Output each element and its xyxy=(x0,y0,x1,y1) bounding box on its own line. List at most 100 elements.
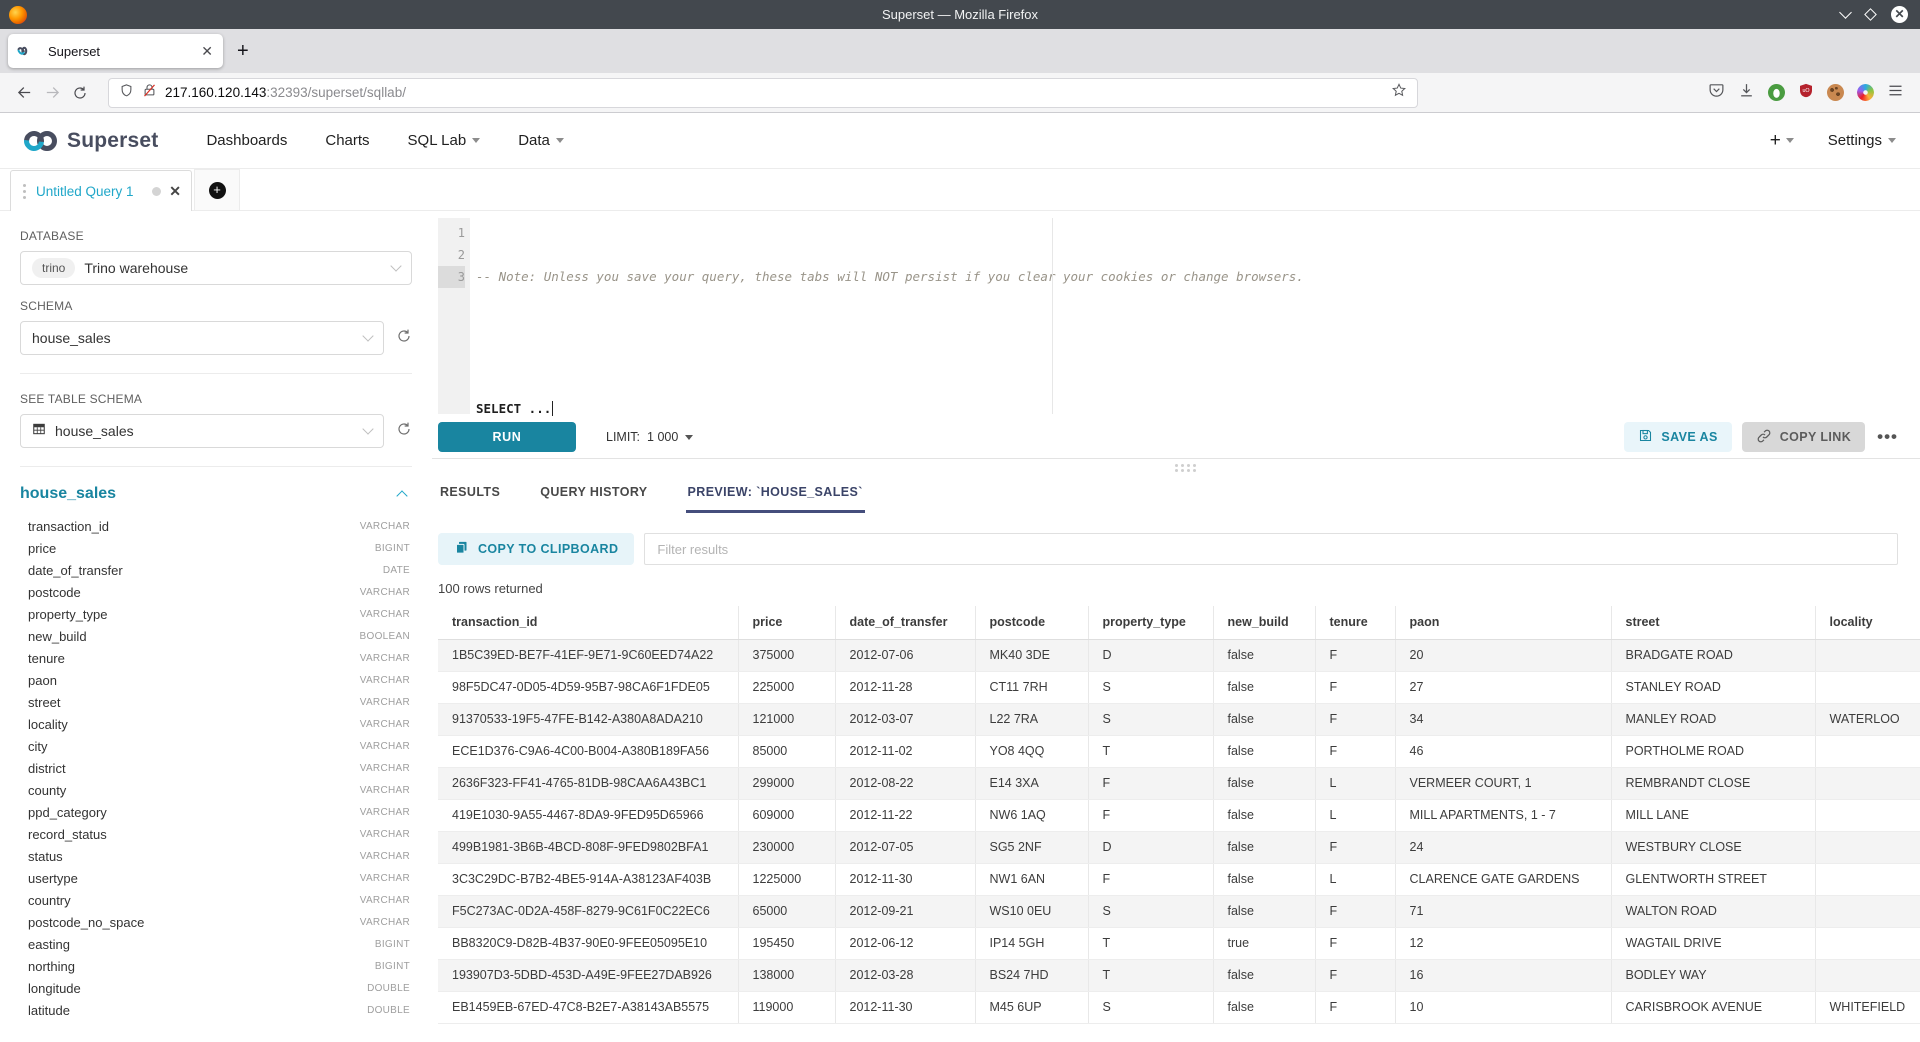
schema-column[interactable]: tenureVARCHAR xyxy=(28,647,412,669)
menu-hamburger-icon[interactable] xyxy=(1887,82,1904,104)
table-cell: false xyxy=(1213,639,1315,671)
chevron-up-icon[interactable] xyxy=(396,490,407,501)
database-select[interactable]: trino Trino warehouse xyxy=(20,251,412,285)
add-query-tab[interactable]: + xyxy=(194,169,240,210)
table-row[interactable]: 2636F323-FF41-4765-81DB-98CAA6A43BC12990… xyxy=(438,767,1920,799)
column-header[interactable]: price xyxy=(738,606,835,639)
insecure-lock-icon[interactable] xyxy=(142,83,157,103)
schema-column[interactable]: postcode_no_spaceVARCHAR xyxy=(28,911,412,933)
table-row[interactable]: ECE1D376-C9A6-4C00-B004-A380B189FA568500… xyxy=(438,735,1920,767)
schema-column[interactable]: countryVARCHAR xyxy=(28,889,412,911)
table-cell: 65000 xyxy=(738,895,835,927)
table-cell: BODLEY WAY xyxy=(1611,959,1815,991)
tab-query-history[interactable]: QUERY HISTORY xyxy=(538,477,649,513)
table-schema-select[interactable]: house_sales xyxy=(20,414,384,448)
schema-column[interactable]: statusVARCHAR xyxy=(28,845,412,867)
schema-column[interactable]: longitudeDOUBLE xyxy=(28,977,412,999)
column-header[interactable]: street xyxy=(1611,606,1815,639)
refresh-tables-icon[interactable] xyxy=(396,421,412,442)
table-cell: false xyxy=(1213,959,1315,991)
column-header[interactable]: property_type xyxy=(1088,606,1213,639)
table-cell: 2012-06-12 xyxy=(835,927,975,959)
drag-handle-icon[interactable] xyxy=(23,190,26,193)
privacy-badger-icon[interactable] xyxy=(1768,84,1785,101)
schema-column[interactable]: priceBIGINT xyxy=(28,537,412,559)
column-header[interactable]: paon xyxy=(1395,606,1611,639)
table-row[interactable]: 193907D3-5DBD-453D-A49E-9FEE27DAB9261380… xyxy=(438,959,1920,991)
reload-icon[interactable] xyxy=(66,85,94,101)
schema-column[interactable]: transaction_idVARCHAR xyxy=(28,515,412,537)
nav-charts[interactable]: Charts xyxy=(325,132,369,149)
schema-column[interactable]: property_typeVARCHAR xyxy=(28,603,412,625)
extension-asterisk-icon[interactable] xyxy=(1857,84,1874,101)
schema-column[interactable]: streetVARCHAR xyxy=(28,691,412,713)
query-tab[interactable]: Untitled Query 1 ✕ xyxy=(10,170,192,211)
table-row[interactable]: 1B5C39ED-BE7F-41EF-9E71-9C60EED74A223750… xyxy=(438,639,1920,671)
add-new-button[interactable]: + xyxy=(1770,130,1794,152)
schema-select[interactable]: house_sales xyxy=(20,321,384,355)
nav-data[interactable]: Data xyxy=(518,132,564,149)
settings-menu[interactable]: Settings xyxy=(1828,132,1896,149)
shield-icon[interactable] xyxy=(119,83,134,103)
schema-column[interactable]: districtVARCHAR xyxy=(28,757,412,779)
table-row[interactable]: 3C3C29DC-B7B2-4BE5-914A-A38123AF403B1225… xyxy=(438,863,1920,895)
browser-tab[interactable]: Superset ✕ xyxy=(8,34,223,68)
nav-sql-lab[interactable]: SQL Lab xyxy=(408,132,481,149)
schema-column[interactable]: localityVARCHAR xyxy=(28,713,412,735)
window-maximize-icon[interactable] xyxy=(1864,8,1877,21)
column-header[interactable]: date_of_transfer xyxy=(835,606,975,639)
column-header[interactable]: transaction_id xyxy=(438,606,738,639)
table-row[interactable]: 419E1030-9A55-4467-8DA9-9FED95D659666090… xyxy=(438,799,1920,831)
cookie-icon[interactable] xyxy=(1827,84,1844,101)
bookmark-star-icon[interactable] xyxy=(1391,82,1407,103)
editor-comment-line: -- Note: Unless you save your query, the… xyxy=(476,266,1920,288)
results-table-container[interactable]: transaction_idpricedate_of_transferpostc… xyxy=(438,606,1920,1042)
refresh-schema-icon[interactable] xyxy=(396,328,412,349)
schema-column[interactable]: countyVARCHAR xyxy=(28,779,412,801)
forward-icon[interactable] xyxy=(38,84,66,101)
table-cell: 2012-03-07 xyxy=(835,703,975,735)
tab-results[interactable]: RESULTS xyxy=(438,477,502,513)
pocket-icon[interactable] xyxy=(1708,82,1725,104)
url-field[interactable]: 217.160.120.143:32393/superset/sqllab/ xyxy=(108,78,1418,108)
schema-column[interactable]: postcodeVARCHAR xyxy=(28,581,412,603)
filter-results-input[interactable] xyxy=(644,533,1898,565)
table-row[interactable]: BB8320C9-D82B-4B37-90E0-9FEE05095E101954… xyxy=(438,927,1920,959)
table-cell: 16 xyxy=(1395,959,1611,991)
query-tab-close-icon[interactable]: ✕ xyxy=(169,183,181,200)
tab-preview-house-sales[interactable]: PREVIEW: `HOUSE_SALES` xyxy=(686,477,865,513)
schema-column[interactable]: record_statusVARCHAR xyxy=(28,823,412,845)
column-header[interactable]: locality xyxy=(1815,606,1920,639)
schema-column[interactable]: usertypeVARCHAR xyxy=(28,867,412,889)
nav-dashboards[interactable]: Dashboards xyxy=(206,132,287,149)
schema-column[interactable]: eastingBIGINT xyxy=(28,933,412,955)
schema-column[interactable]: latitudeDOUBLE xyxy=(28,999,412,1021)
schema-column[interactable]: cityVARCHAR xyxy=(28,735,412,757)
column-header[interactable]: postcode xyxy=(975,606,1088,639)
window-minimize-icon[interactable] xyxy=(1839,6,1852,19)
column-header[interactable]: new_build xyxy=(1213,606,1315,639)
ublock-icon[interactable]: uO xyxy=(1798,82,1814,104)
window-close-icon[interactable]: ✕ xyxy=(1891,6,1908,23)
schema-column[interactable]: new_buildBOOLEAN xyxy=(28,625,412,647)
schema-column[interactable]: northingBIGINT xyxy=(28,955,412,977)
table-row[interactable]: 98F5DC47-0D05-4D59-95B7-98CA6F1FDE052250… xyxy=(438,671,1920,703)
table-row[interactable]: 91370533-19F5-47FE-B142-A380A8ADA2101210… xyxy=(438,703,1920,735)
table-row[interactable]: F5C273AC-0D2A-458F-8279-9C61F0C22EC66500… xyxy=(438,895,1920,927)
table-title[interactable]: house_sales xyxy=(20,485,116,503)
column-header[interactable]: tenure xyxy=(1315,606,1395,639)
schema-column[interactable]: paonVARCHAR xyxy=(28,669,412,691)
table-row[interactable]: 499B1981-3B6B-4BCD-808F-9FED9802BFA12300… xyxy=(438,831,1920,863)
column-name: easting xyxy=(28,937,70,952)
copy-to-clipboard-button[interactable]: COPY TO CLIPBOARD xyxy=(438,533,634,565)
new-tab-icon[interactable]: + xyxy=(237,40,249,63)
tab-close-icon[interactable]: ✕ xyxy=(201,43,213,60)
table-cell: 1B5C39ED-BE7F-41EF-9E71-9C60EED74A22 xyxy=(438,639,738,671)
schema-column[interactable]: date_of_transferDATE xyxy=(28,559,412,581)
sql-editor[interactable]: 1 2 3 -- Note: Unless you save your quer… xyxy=(438,218,1920,414)
table-row[interactable]: EB1459EB-67ED-47C8-B2E7-A38143AB55751190… xyxy=(438,991,1920,1023)
schema-column[interactable]: ppd_categoryVARCHAR xyxy=(28,801,412,823)
back-icon[interactable] xyxy=(10,84,38,101)
download-icon[interactable] xyxy=(1738,82,1755,104)
superset-logo[interactable]: Superset xyxy=(24,129,158,153)
